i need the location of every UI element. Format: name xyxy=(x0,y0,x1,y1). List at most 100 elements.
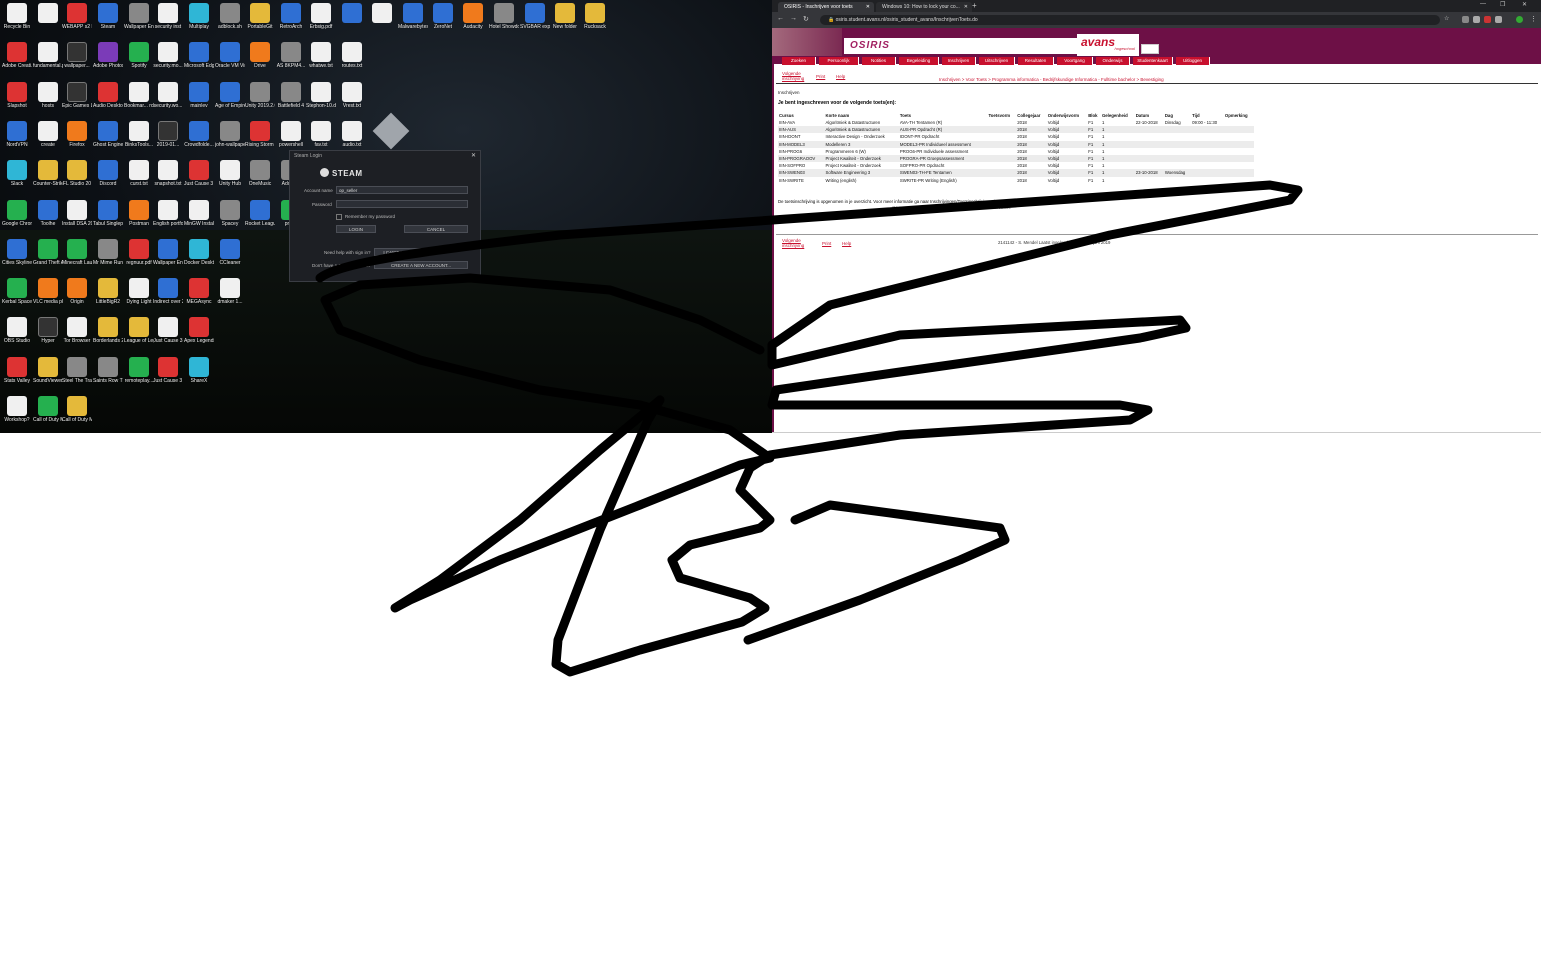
desktop-icon[interactable]: Age of Empires II xyxy=(215,81,245,120)
desktop-icon[interactable]: OneMusic xyxy=(245,160,275,198)
star-icon[interactable]: ☆ xyxy=(1444,15,1449,22)
desktop-icon[interactable]: Tor Browser xyxy=(62,317,92,355)
desktop-icon[interactable]: Counter-Strike Global Off... xyxy=(33,160,63,198)
desktop-icon[interactable]: Call of Duty Modern... xyxy=(33,396,63,433)
reload-icon[interactable]: ↻ xyxy=(803,15,809,23)
desktop-icon[interactable]: Slapshot xyxy=(2,81,32,120)
desktop-icon[interactable]: MEGAsync xyxy=(184,278,214,316)
desktop-icon[interactable]: Bookmar... rdd.txt xyxy=(124,81,154,120)
close-tab-icon[interactable]: ✕ xyxy=(964,4,968,10)
desktop-icon[interactable]: Battlefield 4 xyxy=(276,81,306,120)
desktop-icon[interactable]: Call of Duty Modern... xyxy=(62,396,92,433)
desktop-icon[interactable]: New folder xyxy=(550,3,580,41)
desktop-icon[interactable]: Just Cause 3 Multiplay... xyxy=(153,356,183,395)
desktop-icon[interactable]: Just Cause 3 Multiplayer xyxy=(184,160,214,198)
desktop-icon[interactable]: 2019-01... xyxy=(153,120,183,159)
login-button[interactable]: LOGIN xyxy=(336,225,376,233)
desktop-icon[interactable]: Oracle VM VirtualBox xyxy=(215,42,245,80)
close-icon[interactable]: ✕ xyxy=(471,152,476,159)
desktop-icon[interactable]: RetroArch xyxy=(276,3,306,41)
desktop-icon[interactable]: Workshop? xyxy=(2,396,32,433)
desktop-icon[interactable]: Rising Storm 2 Vietnam xyxy=(245,120,275,159)
desktop-icon[interactable]: Adobe Creati... xyxy=(2,42,32,80)
minimize-icon[interactable]: — xyxy=(1480,1,1486,7)
desktop-icon[interactable]: Wallpaper Engine xyxy=(124,3,154,41)
desktop-icon[interactable]: Microsoft Edge xyxy=(184,42,214,80)
desktop-icon[interactable]: Just Cause 3 xyxy=(153,317,183,355)
desktop-icon[interactable]: Install DSA 2019... xyxy=(62,199,92,238)
desktop-icon[interactable]: Drive xyxy=(245,42,275,80)
desktop-icon[interactable]: whatwe.txt xyxy=(306,42,336,80)
desktop-icon[interactable]: Epic Games Launcher xyxy=(62,81,92,120)
desktop-icon[interactable]: Hyper xyxy=(33,317,63,355)
tab-osiris[interactable]: OSIRIS - Inschrijven voor toets ✕ xyxy=(778,2,874,12)
desktop-icon[interactable]: dmaker 1... xyxy=(215,278,245,316)
desktop-icon[interactable]: Spacey xyxy=(215,199,245,238)
desktop-icon[interactable]: regnuur.pdf xyxy=(124,238,154,277)
desktop-icon[interactable]: Rucksack xyxy=(580,3,610,41)
profile-avatar[interactable] xyxy=(1516,16,1523,23)
desktop-icon[interactable]: john-wallpaper xyxy=(215,120,245,159)
menu-item-uitschrijven[interactable]: Uitschrijven xyxy=(979,57,1015,65)
cant-sign-in-button[interactable]: I CAN'T SIGN IN... xyxy=(374,248,430,256)
print-link[interactable]: Print xyxy=(816,74,825,79)
desktop-icon[interactable]: Grand Theft Auto V xyxy=(33,238,63,277)
desktop-icon[interactable]: BinksTools... xyxy=(124,120,154,159)
desktop-icon[interactable]: Discord xyxy=(93,160,123,198)
desktop-icon[interactable]: Borderlands 2 xyxy=(93,317,123,355)
desktop-icon[interactable]: Tabul Singleplayer xyxy=(93,199,123,238)
desktop-icon[interactable]: NordVPN xyxy=(2,120,32,159)
create-account-button[interactable]: CREATE A NEW ACCOUNT... xyxy=(374,261,468,269)
desktop-icon[interactable] xyxy=(337,3,367,41)
desktop-icon[interactable]: Slack xyxy=(2,160,32,198)
desktop-icon[interactable]: Multiplay xyxy=(184,3,214,41)
desktop-icon[interactable]: Saints Row The Third xyxy=(93,356,123,395)
maximize-icon[interactable]: ❐ xyxy=(1500,1,1505,8)
desktop-icon[interactable]: remoteplay... xyxy=(124,356,154,395)
desktop-icon[interactable]: Crowdfolde... xyxy=(184,120,214,159)
desktop-icon[interactable]: security.mo... xyxy=(153,42,183,80)
desktop-icon[interactable]: LittleBigR2 xyxy=(93,278,123,316)
menu-item-voortgang[interactable]: Voortgang xyxy=(1057,57,1093,65)
desktop-icon[interactable]: Steel The Traverse xyxy=(62,356,92,395)
desktop-icon[interactable]: snapshot.txt xyxy=(153,160,183,198)
desktop-icon[interactable]: Unity Hub xyxy=(215,160,245,198)
extension-icon[interactable] xyxy=(1462,16,1469,23)
desktop-icon[interactable]: Spotify xyxy=(124,42,154,80)
menu-item-zoeken[interactable]: Zoeken xyxy=(782,57,816,65)
desktop-icon[interactable]: Dying Light xyxy=(124,278,154,316)
desktop-icon[interactable]: adblock.sh xyxy=(215,3,245,41)
desktop-icon[interactable]: SVGBAR explorer xyxy=(520,3,550,41)
desktop-icon[interactable]: create xyxy=(33,120,63,159)
close-tab-icon[interactable]: ✕ xyxy=(866,4,870,10)
remember-checkbox[interactable] xyxy=(336,214,342,220)
desktop-icon[interactable]: Ghost Engine xyxy=(93,120,123,159)
new-tab-icon[interactable]: + xyxy=(972,1,977,10)
window-close-icon[interactable]: ✕ xyxy=(1522,1,1527,8)
desktop-icon[interactable]: MinGW Installer xyxy=(184,199,214,238)
desktop-icon[interactable]: Recycle Bin xyxy=(2,3,32,41)
desktop-icon[interactable]: VLC media player xyxy=(33,278,63,316)
extension-icon[interactable] xyxy=(1484,16,1491,23)
desktop-icon[interactable]: AS 8KPM4... xyxy=(276,42,306,80)
desktop-icon[interactable]: hosts xyxy=(33,81,63,120)
menu-item-resultaten[interactable]: Resultaten xyxy=(1018,57,1054,65)
desktop-icon[interactable]: Stats Valley xyxy=(2,356,32,395)
desktop-icon[interactable]: Adobe Photoshop xyxy=(93,42,123,80)
desktop-icon[interactable]: Docker Desktop xyxy=(184,238,214,277)
desktop-icon[interactable]: CCleaner xyxy=(215,238,245,277)
desktop-icon[interactable]: English portfolio S... xyxy=(153,199,183,238)
url-input[interactable]: 🔒 osiris.student.avans.nl/osiris_student… xyxy=(820,15,1440,25)
desktop-icon[interactable]: Postman xyxy=(124,199,154,238)
desktop-icon[interactable]: Cities Skylines xyxy=(2,238,32,277)
back-icon[interactable]: ← xyxy=(777,15,784,22)
next-registration-link-2[interactable]: inschrijving xyxy=(782,243,804,248)
desktop-icon[interactable]: FL Studio 20 xyxy=(62,160,92,198)
desktop-icon[interactable] xyxy=(367,3,397,41)
menu-item-onderwijs[interactable]: Onderwijs xyxy=(1096,57,1130,65)
extension-icon[interactable] xyxy=(1473,16,1480,23)
header-search-input[interactable] xyxy=(1141,44,1159,54)
desktop-icon[interactable]: Apex Legends xyxy=(184,317,214,355)
desktop-icon[interactable]: Unity 2019.2.0... xyxy=(245,81,275,120)
desktop-icon[interactable]: Rocket League xyxy=(245,199,275,238)
